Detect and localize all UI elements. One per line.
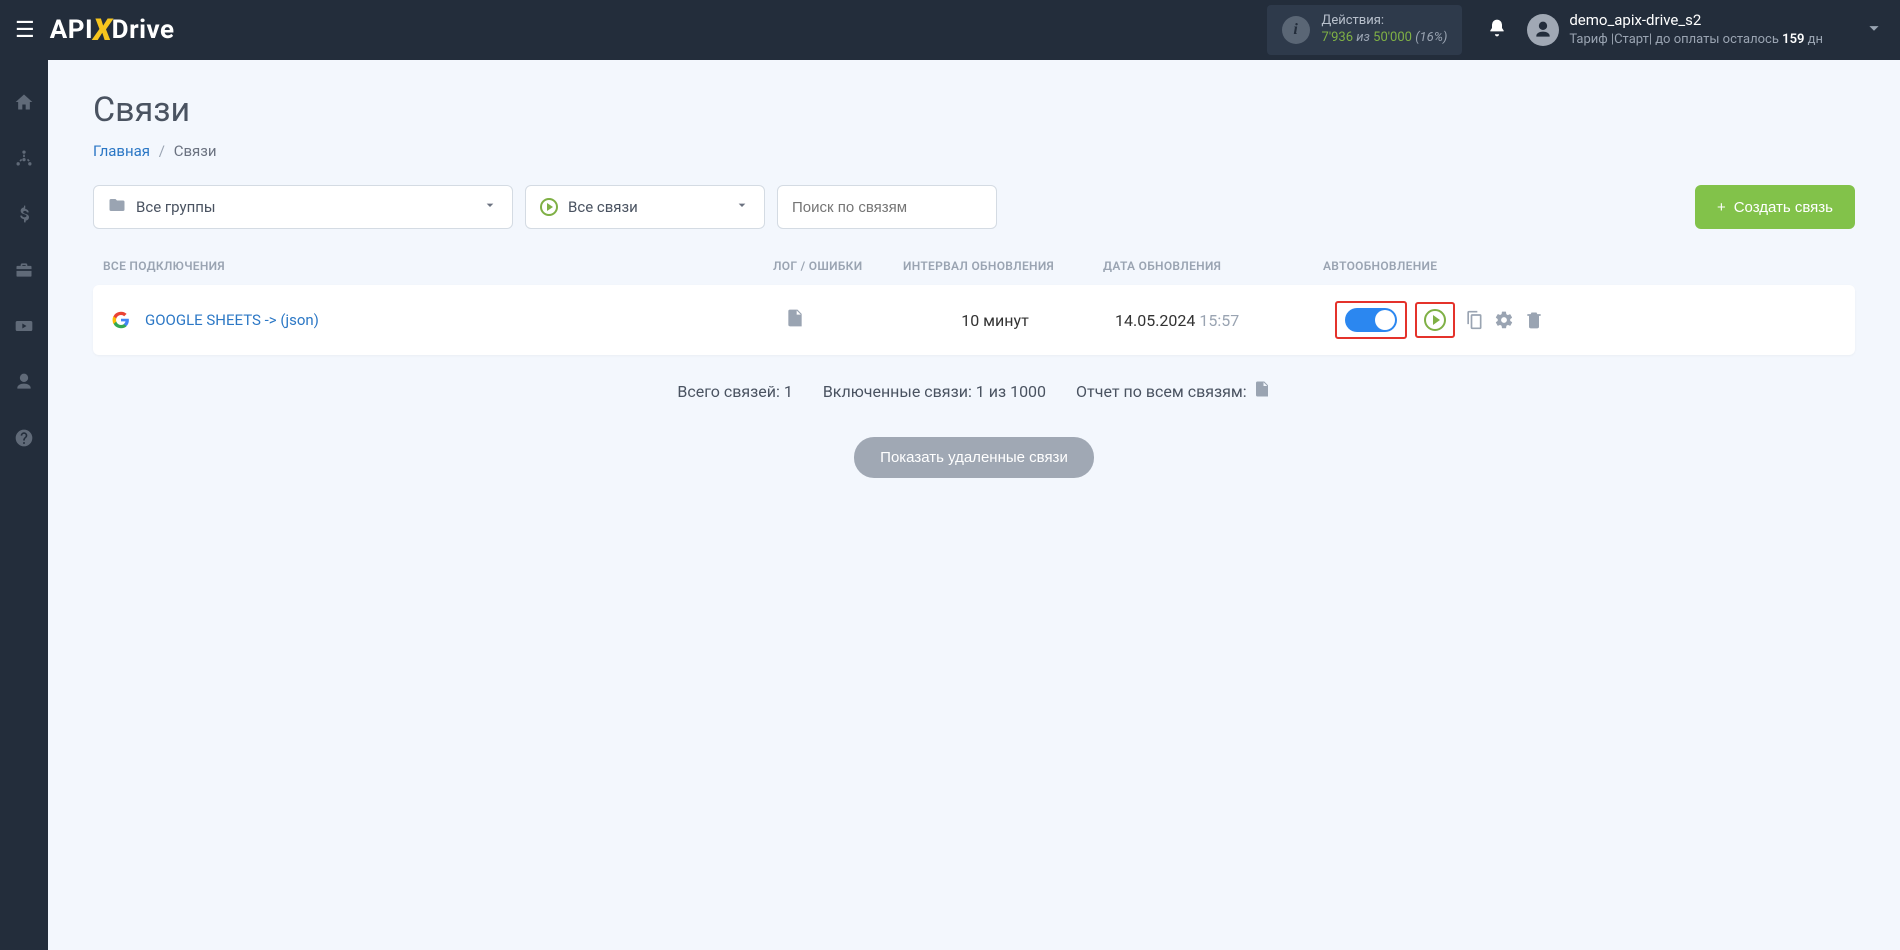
logo[interactable]: APIXDrive	[50, 13, 175, 48]
trash-icon[interactable]	[1523, 309, 1545, 331]
sidebar	[0, 60, 48, 950]
summary-report[interactable]: Отчет по всем связям:	[1076, 380, 1271, 402]
play-icon	[540, 198, 558, 216]
search-input[interactable]	[777, 185, 997, 229]
col-date: ДАТА ОБНОВЛЕНИЯ	[1103, 259, 1323, 273]
summary-bar: Всего связей: 1 Включенные связи: 1 из 1…	[93, 380, 1855, 402]
menu-toggle-icon[interactable]: ☰	[15, 18, 35, 43]
bell-icon[interactable]	[1487, 18, 1507, 43]
highlight-toggle	[1335, 301, 1407, 339]
plus-icon: +	[1717, 199, 1726, 216]
create-connection-button[interactable]: + Создать связь	[1695, 185, 1855, 229]
chevron-down-icon[interactable]	[1823, 17, 1885, 44]
show-deleted-button[interactable]: Показать удаленные связи	[854, 437, 1094, 478]
google-icon	[111, 310, 131, 330]
col-name: ВСЕ ПОДКЛЮЧЕНИЯ	[93, 259, 773, 273]
youtube-icon[interactable]	[12, 314, 36, 338]
user-menu[interactable]: demo_apix-drive_s2 Тариф |Старт| до опла…	[1527, 10, 1823, 49]
col-log: ЛОГ / ОШИБКИ	[773, 259, 903, 273]
group-select[interactable]: Все группы	[93, 185, 513, 229]
home-icon[interactable]	[12, 90, 36, 114]
connection-filter-select[interactable]: Все связи	[525, 185, 765, 229]
actions-counter[interactable]: i Действия: 7'936 из 50'000 (16%)	[1267, 5, 1463, 55]
summary-enabled: Включенные связи: 1 из 1000	[823, 382, 1046, 401]
breadcrumb-current: Связи	[174, 142, 217, 160]
document-icon	[1253, 380, 1271, 402]
breadcrumb: Главная / Связи	[93, 142, 1855, 160]
actions-cell	[1335, 301, 1845, 339]
connection-name[interactable]: GOOGLE SHEETS -> (json)	[145, 311, 785, 329]
connections-icon[interactable]	[12, 146, 36, 170]
breadcrumb-home[interactable]: Главная	[93, 142, 150, 160]
highlight-play	[1415, 302, 1455, 338]
log-cell[interactable]	[785, 308, 915, 332]
summary-total: Всего связей: 1	[677, 382, 792, 401]
actions-label: Действия:	[1322, 13, 1448, 30]
connection-row[interactable]: GOOGLE SHEETS -> (json) 10 минут 14.05.2…	[93, 285, 1855, 355]
dollar-icon[interactable]	[12, 202, 36, 226]
run-now-button[interactable]	[1424, 309, 1446, 331]
col-interval: ИНТЕРВАЛ ОБНОВЛЕНИЯ	[903, 259, 1103, 273]
main-content: Связи Главная / Связи Все группы Все свя…	[48, 60, 1900, 950]
copy-icon[interactable]	[1463, 309, 1485, 331]
user-name: demo_apix-drive_s2	[1569, 10, 1823, 31]
plan-info: Тариф |Старт| до оплаты осталось 159 дн	[1569, 31, 1823, 49]
date-value: 14.05.2024 15:57	[1115, 311, 1335, 330]
info-icon: i	[1282, 16, 1310, 44]
table-header: ВСЕ ПОДКЛЮЧЕНИЯ ЛОГ / ОШИБКИ ИНТЕРВАЛ ОБ…	[93, 249, 1855, 285]
briefcase-icon[interactable]	[12, 258, 36, 282]
interval-value: 10 минут	[915, 311, 1115, 330]
auto-update-toggle[interactable]	[1345, 308, 1397, 332]
avatar-icon	[1527, 14, 1559, 46]
actions-stats: 7'936 из 50'000 (16%)	[1322, 30, 1448, 47]
col-auto: АВТООБНОВЛЕНИЕ	[1323, 259, 1855, 273]
header: ☰ APIXDrive i Действия: 7'936 из 50'000 …	[0, 0, 1900, 60]
chevron-down-icon	[482, 197, 498, 217]
help-icon[interactable]	[12, 426, 36, 450]
page-title: Связи	[93, 90, 1855, 130]
folder-icon	[108, 196, 126, 218]
filters-bar: Все группы Все связи + Создать связь	[93, 185, 1855, 229]
gear-icon[interactable]	[1493, 309, 1515, 331]
document-icon	[785, 308, 805, 332]
user-icon[interactable]	[12, 370, 36, 394]
chevron-down-icon	[734, 197, 750, 217]
